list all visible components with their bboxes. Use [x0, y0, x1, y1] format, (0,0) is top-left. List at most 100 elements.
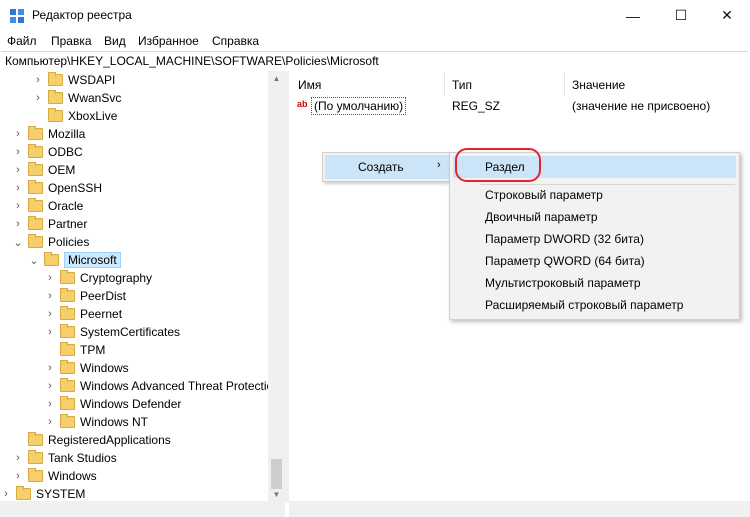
tree-item[interactable]: ⌄ Policies: [12, 233, 89, 251]
tree-item[interactable]: › Windows Advanced Threat Protection: [44, 377, 280, 395]
menu-item-qword-value[interactable]: Параметр QWORD (64 бита): [453, 250, 736, 272]
tree-item-label: Oracle: [48, 199, 84, 213]
tree-item[interactable]: › PeerDist: [44, 287, 126, 305]
menu-item-expandable-string-value[interactable]: Расширяемый строковый параметр: [453, 294, 736, 316]
menu-item-create-label: Создать: [358, 160, 404, 174]
close-button[interactable]: ✕: [704, 0, 750, 31]
menu-item-create[interactable]: Создать ›: [325, 155, 449, 179]
chevron-right-icon[interactable]: ›: [12, 470, 24, 482]
value-data: (значение не присвоено): [572, 99, 711, 113]
chevron-right-icon[interactable]: ›: [44, 290, 56, 302]
chevron-right-icon[interactable]: ›: [12, 128, 24, 140]
tree-item[interactable]: › Cryptography: [44, 269, 152, 287]
chevron-right-icon[interactable]: ›: [44, 272, 56, 284]
tree-horizontal-scrollbar[interactable]: [0, 501, 285, 517]
column-divider[interactable]: [564, 73, 565, 95]
chevron-right-icon[interactable]: ›: [32, 92, 44, 104]
menu-item-multi-string-value[interactable]: Мультистроковый параметр: [453, 272, 736, 294]
chevron-right-icon[interactable]: ›: [44, 308, 56, 320]
menu-item-binary-value[interactable]: Двоичный параметр: [453, 206, 736, 228]
tree-item[interactable]: › Tank Studios: [12, 449, 117, 467]
column-header-value[interactable]: Значение: [572, 78, 625, 92]
address-path: Компьютер\HKEY_LOCAL_MACHINE\SOFTWARE\Po…: [5, 54, 379, 68]
chevron-right-icon[interactable]: ›: [12, 218, 24, 230]
tree-item[interactable]: › OEM: [12, 161, 75, 179]
chevron-right-icon[interactable]: ›: [44, 380, 56, 392]
column-header-type[interactable]: Тип: [452, 78, 472, 92]
folder-icon: [28, 216, 43, 230]
scroll-thumb[interactable]: [271, 459, 282, 489]
menu-edit[interactable]: Правка: [51, 34, 92, 48]
menu-item-label: Строковый параметр: [485, 188, 603, 202]
tree-item[interactable]: TPM: [44, 341, 105, 359]
minimize-button[interactable]: —: [610, 0, 656, 31]
menu-favorites[interactable]: Избранное: [138, 34, 199, 48]
chevron-right-icon[interactable]: ›: [12, 146, 24, 158]
chevron-right-icon[interactable]: ›: [44, 416, 56, 428]
menu-file[interactable]: Файл: [7, 34, 37, 48]
tree-item-label: XboxLive: [68, 109, 118, 123]
column-header-name[interactable]: Имя: [298, 78, 321, 92]
tree-item-label: Windows Defender: [80, 397, 182, 411]
maximize-icon: ☐: [674, 7, 688, 23]
folder-icon: [60, 306, 75, 320]
folder-icon: [28, 198, 43, 212]
tree-item[interactable]: › Windows: [44, 359, 129, 377]
menu-help[interactable]: Справка: [212, 34, 259, 48]
tree-item[interactable]: › SYSTEM: [0, 485, 85, 501]
menu-item-label: Расширяемый строковый параметр: [485, 298, 684, 312]
maximize-button[interactable]: ☐: [658, 0, 704, 31]
tree-vertical-scrollbar[interactable]: ▲ ▼: [268, 71, 285, 503]
scroll-up-icon[interactable]: ▲: [268, 71, 285, 87]
tree-item[interactable]: › OpenSSH: [12, 179, 102, 197]
value-name: (По умолчанию): [311, 97, 407, 115]
tree-item[interactable]: › WwanSvc: [32, 89, 121, 107]
menu-item-string-value[interactable]: Строковый параметр: [453, 184, 736, 206]
tree-item[interactable]: › Windows: [12, 467, 97, 485]
menu-item-dword-value[interactable]: Параметр DWORD (32 бита): [453, 228, 736, 250]
chevron-right-icon[interactable]: ›: [12, 164, 24, 176]
tree-item[interactable]: › Mozilla: [12, 125, 85, 143]
tree-item[interactable]: › Windows NT: [44, 413, 148, 431]
tree-item-label: SYSTEM: [36, 487, 86, 501]
tree-item[interactable]: › Oracle: [12, 197, 83, 215]
tree-item[interactable]: RegisteredApplications: [12, 431, 171, 449]
tree-item[interactable]: › Partner: [12, 215, 87, 233]
highlight-ring: [455, 148, 541, 182]
tree-item[interactable]: › WSDAPI: [32, 71, 115, 89]
chevron-right-icon[interactable]: ›: [44, 326, 56, 338]
tree-item-label: Tank Studios: [48, 451, 117, 465]
tree-item-label: SystemCertificates: [80, 325, 181, 339]
folder-icon: [48, 72, 63, 86]
tree-item-label: TPM: [80, 343, 106, 357]
tree-item-label: RegisteredApplications: [48, 433, 171, 447]
chevron-right-icon[interactable]: ›: [12, 200, 24, 212]
menu-view[interactable]: Вид: [104, 34, 126, 48]
chevron-right-icon[interactable]: ›: [12, 452, 24, 464]
folder-icon: [60, 288, 75, 302]
folder-icon: [60, 414, 75, 428]
tree-item[interactable]: XboxLive: [32, 107, 117, 125]
folder-icon: [28, 162, 43, 176]
tree-item[interactable]: › SystemCertificates: [44, 323, 180, 341]
tree-item[interactable]: › Windows Defender: [44, 395, 181, 413]
column-divider[interactable]: [444, 73, 445, 95]
tree-item-label: ODBC: [48, 145, 83, 159]
menu-item-label: Параметр QWORD (64 бита): [485, 254, 645, 268]
chevron-right-icon[interactable]: ›: [44, 398, 56, 410]
tree-item-selected[interactable]: ⌄ Microsoft: [28, 251, 121, 269]
folder-icon: [28, 450, 43, 464]
chevron-down-icon[interactable]: ⌄: [28, 254, 40, 267]
tree-item-label: Windows: [80, 361, 129, 375]
tree-pane: › WSDAPI › WwanSvc XboxLive › Mozilla › ODBC…: [0, 71, 285, 501]
tree-item[interactable]: › Peernet: [44, 305, 122, 323]
value-row[interactable]: ab (По умолчанию) REG_SZ (значение не пр…: [289, 97, 750, 115]
tree-item[interactable]: › ODBC: [12, 143, 83, 161]
address-bar[interactable]: Компьютер\HKEY_LOCAL_MACHINE\SOFTWARE\Po…: [1, 51, 748, 72]
chevron-down-icon[interactable]: ⌄: [12, 236, 24, 249]
chevron-right-icon[interactable]: ›: [32, 74, 44, 86]
chevron-right-icon[interactable]: ›: [0, 488, 12, 500]
tree-item-label: Cryptography: [80, 271, 153, 285]
chevron-right-icon[interactable]: ›: [44, 362, 56, 374]
chevron-right-icon[interactable]: ›: [12, 182, 24, 194]
